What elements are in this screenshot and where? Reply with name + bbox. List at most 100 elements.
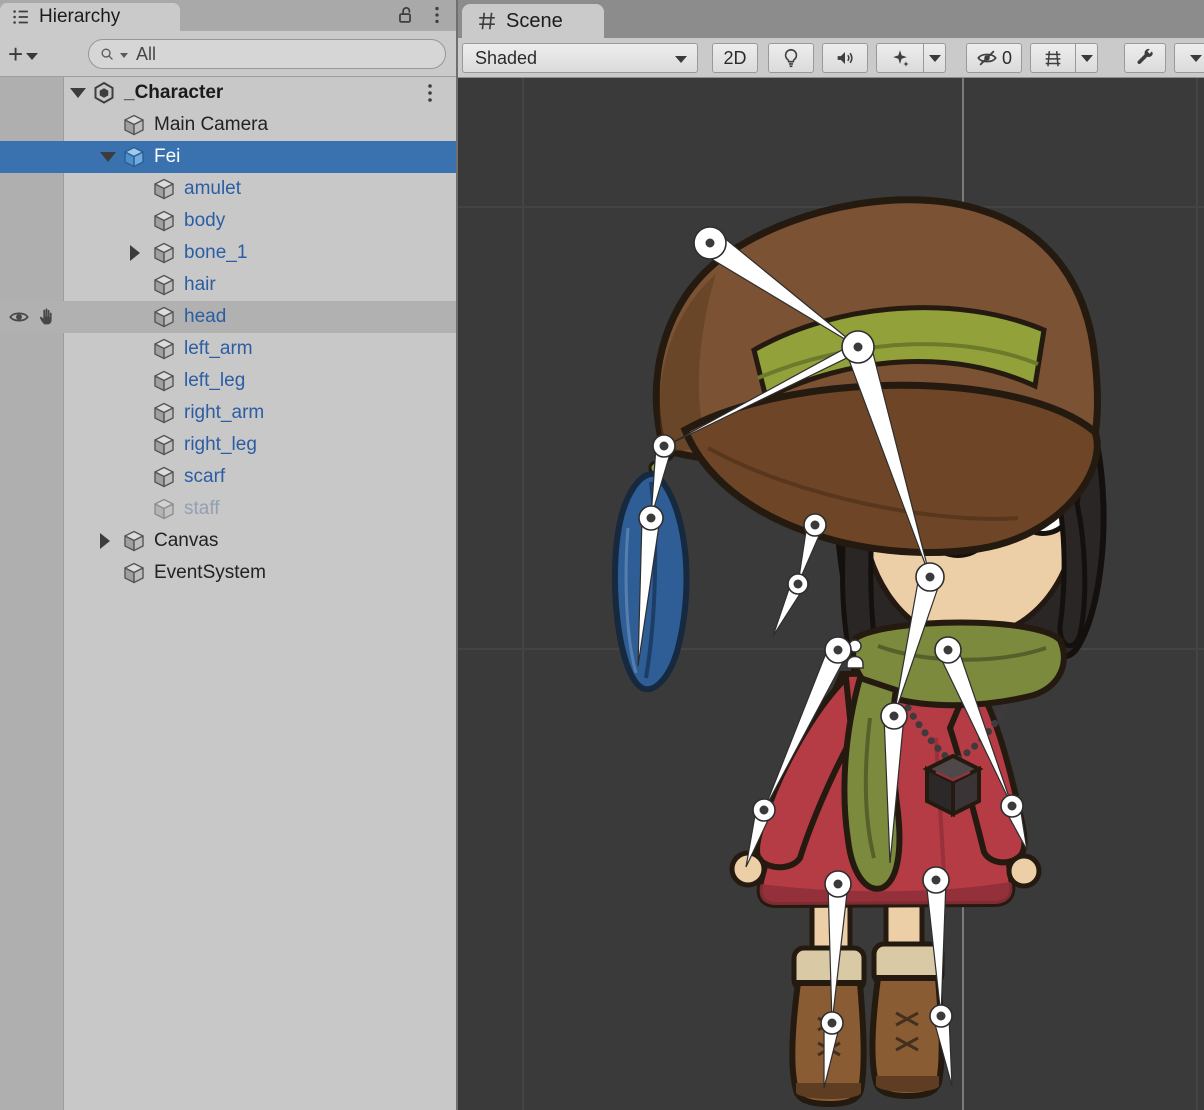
effects-star-icon: [889, 47, 911, 69]
hierarchy-row-main-camera[interactable]: Main Camera: [0, 109, 456, 141]
hierarchy-toolbar: + All: [0, 31, 456, 77]
hierarchy-row-scene-character[interactable]: _Character: [0, 77, 456, 109]
hierarchy-panel: Hierarchy + All _Character: [0, 0, 458, 1110]
plus-icon: +: [8, 39, 23, 70]
hierarchy-row-right-leg[interactable]: right_leg: [0, 429, 456, 461]
row-label: Fei: [154, 146, 180, 168]
scene-tools-button[interactable]: [1124, 43, 1166, 73]
scene-tabstrip: Scene: [458, 0, 1204, 38]
cube-icon: [152, 497, 176, 521]
hierarchy-tabstrip: Hierarchy: [0, 0, 456, 31]
row-label: scarf: [184, 466, 225, 488]
hidden-objects-button[interactable]: 0: [966, 43, 1022, 73]
row-label: Main Camera: [154, 114, 268, 136]
scene-asset-icon: [92, 81, 116, 105]
scene-viewport[interactable]: [458, 78, 1204, 1110]
prefab-cube-icon: [122, 145, 146, 169]
picking-hand-icon[interactable]: [36, 306, 58, 328]
row-label: EventSystem: [154, 562, 266, 584]
row-label: right_arm: [184, 402, 264, 424]
shading-mode-dropdown[interactable]: Shaded: [462, 43, 698, 73]
cube-icon: [122, 561, 146, 585]
scene-panel: Scene Shaded 2D 0: [458, 0, 1204, 1110]
lock-open-icon[interactable]: [394, 4, 416, 26]
hierarchy-row-canvas[interactable]: Canvas: [0, 525, 456, 557]
scene-camera-dropdown[interactable]: [1174, 43, 1204, 73]
scene-effects-button[interactable]: [876, 43, 924, 73]
grid-visibility-dropdown[interactable]: [1076, 43, 1098, 73]
row-label: amulet: [184, 178, 241, 200]
create-add-button[interactable]: +: [8, 39, 56, 69]
hierarchy-row-right-arm[interactable]: right_arm: [0, 397, 456, 429]
cube-icon: [152, 401, 176, 425]
row-label: staff: [184, 498, 220, 520]
legs: [792, 894, 942, 1104]
kebab-menu-icon[interactable]: [418, 81, 442, 105]
foldout-closed-icon[interactable]: [130, 245, 140, 261]
row-label: hair: [184, 274, 216, 296]
search-filter-caret-icon: [120, 53, 128, 58]
hierarchy-row-fei[interactable]: Fei: [0, 141, 456, 173]
hierarchy-tab-label: Hierarchy: [39, 6, 120, 28]
row-label: body: [184, 210, 225, 232]
chevron-down-icon: [675, 56, 687, 63]
hidden-objects-count: 0: [1002, 48, 1012, 69]
search-icon: [99, 46, 116, 63]
shading-mode-label: Shaded: [475, 48, 537, 69]
scene-tab-label: Scene: [506, 10, 563, 33]
hierarchy-row-head[interactable]: head: [0, 301, 456, 333]
row-label: Canvas: [154, 530, 218, 552]
hierarchy-row-body[interactable]: body: [0, 205, 456, 237]
foldout-open-icon[interactable]: [70, 88, 86, 98]
cube-icon: [152, 465, 176, 489]
row-label: left_leg: [184, 370, 245, 392]
grid-icon: [476, 10, 498, 32]
hierarchy-tree: _Character Main Camera Fei amulet: [0, 77, 456, 1110]
cube-icon: [152, 433, 176, 457]
cube-icon: [122, 529, 146, 553]
cube-icon: [152, 369, 176, 393]
hidden-eye-slash-icon: [976, 47, 998, 69]
2d-label: 2D: [723, 48, 746, 69]
hierarchy-row-amulet[interactable]: amulet: [0, 173, 456, 205]
hierarchy-row-eventsystem[interactable]: EventSystem: [0, 557, 456, 589]
toggle-2d-button[interactable]: 2D: [712, 43, 758, 73]
visibility-eye-icon[interactable]: [8, 306, 30, 328]
chevron-down-icon: [26, 53, 38, 60]
light-bulb-icon: [780, 47, 802, 69]
row-label: _Character: [124, 82, 223, 104]
row-label: head: [184, 306, 226, 328]
audio-icon: [834, 47, 856, 69]
hierarchy-row-left-leg[interactable]: left_leg: [0, 365, 456, 397]
cube-icon: [152, 305, 176, 329]
scene-effects-dropdown[interactable]: [924, 43, 946, 73]
scene-audio-button[interactable]: [822, 43, 868, 73]
list-icon: [10, 6, 32, 28]
cube-icon: [152, 209, 176, 233]
grid-visual-icon: [1042, 47, 1064, 69]
hierarchy-row-bone-1[interactable]: bone_1: [0, 237, 456, 269]
search-value: All: [136, 44, 156, 65]
tab-scene[interactable]: Scene: [462, 4, 604, 38]
cube-icon: [152, 337, 176, 361]
search-input[interactable]: All: [88, 39, 446, 69]
hierarchy-row-staff[interactable]: staff: [0, 493, 456, 525]
chevron-down-icon: [1081, 55, 1093, 62]
scene-lighting-button[interactable]: [768, 43, 814, 73]
hierarchy-row-left-arm[interactable]: left_arm: [0, 333, 456, 365]
scene-toolbar: Shaded 2D 0: [458, 38, 1204, 78]
chevron-down-icon: [1190, 55, 1202, 62]
tools-wrench-icon: [1134, 47, 1156, 69]
cube-icon: [152, 273, 176, 297]
hierarchy-row-hair[interactable]: hair: [0, 269, 456, 301]
foldout-open-icon[interactable]: [100, 152, 116, 162]
cube-icon: [122, 113, 146, 137]
cube-icon: [152, 241, 176, 265]
kebab-menu-icon[interactable]: [426, 4, 448, 26]
row-label: left_arm: [184, 338, 253, 360]
foldout-closed-icon[interactable]: [100, 533, 110, 549]
hierarchy-row-scarf[interactable]: scarf: [0, 461, 456, 493]
tab-hierarchy[interactable]: Hierarchy: [0, 3, 180, 31]
grid-visibility-button[interactable]: [1030, 43, 1076, 73]
cube-icon: [152, 177, 176, 201]
